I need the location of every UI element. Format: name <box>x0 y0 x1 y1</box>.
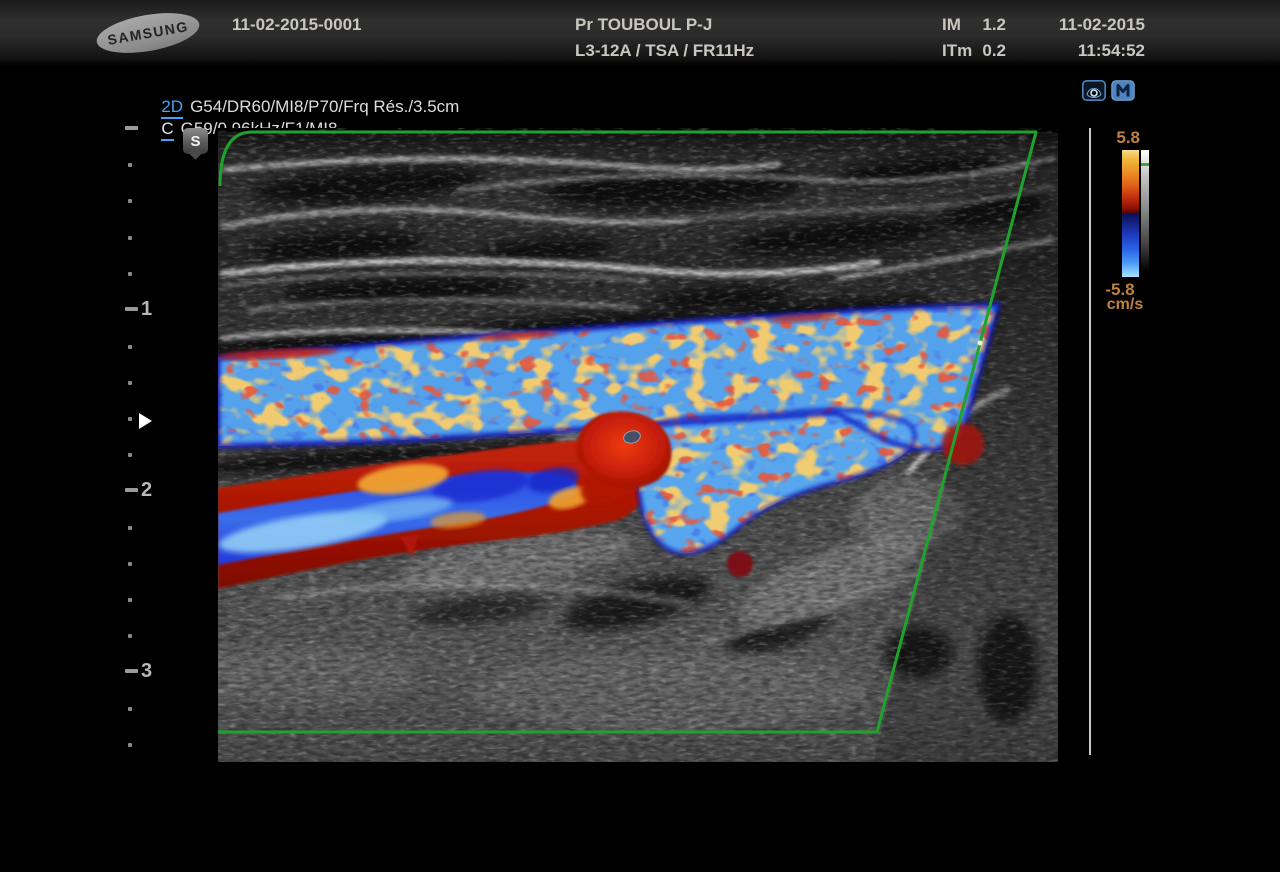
ruler-dot <box>128 163 132 167</box>
tim-value: 0.2 <box>982 41 1006 61</box>
ruler-dot <box>128 707 132 711</box>
mi-label: IM <box>942 15 961 35</box>
ruler-dot <box>128 417 132 421</box>
body-marker-icon[interactable] <box>1111 80 1135 101</box>
ruler-dot <box>128 634 132 638</box>
gray-gradient-bar <box>1141 150 1149 272</box>
patient-id: 11-02-2015-0001 <box>232 15 362 35</box>
ruler-dot <box>128 236 132 240</box>
thermal-index: ITm 0.2 <box>942 41 1006 61</box>
ruler-dash <box>125 669 138 673</box>
focus-indicator <box>139 413 152 429</box>
depth-label-3: 3 <box>141 660 161 682</box>
ruler-dot <box>128 381 132 385</box>
mode-color-label: C <box>161 119 173 141</box>
color-gradient-bar <box>1122 150 1139 277</box>
topbar: SAMSUNG 11-02-2015-0001 Pr TOUBOUL P-J L… <box>0 0 1280 66</box>
brand-text: SAMSUNG <box>106 18 190 48</box>
ruler-dot <box>128 598 132 602</box>
ruler-dot <box>128 743 132 747</box>
mode-parameters: 2DG54/DR60/MI8/P70/Frq Rés./3.5cm CG59/0… <box>133 77 459 121</box>
ruler-dot <box>128 345 132 349</box>
tim-label: ITm <box>942 41 972 61</box>
ruler-dot <box>128 453 132 457</box>
exam-date: 11-02-2015 <box>1038 15 1145 35</box>
ruler-dot <box>128 526 132 530</box>
ruler-dash <box>125 307 138 311</box>
ruler-dot <box>128 562 132 566</box>
doppler-small-blob <box>727 551 753 577</box>
probe-icon[interactable] <box>1082 80 1106 101</box>
gain-marker <box>1141 163 1149 166</box>
velocity-unit: cm/s <box>1102 296 1148 314</box>
orientation-marker: S <box>183 128 208 154</box>
mechanical-index: IM 1.2 <box>942 15 1006 35</box>
param-line-2d: 2DG54/DR60/MI8/P70/Frq Rés./3.5cm <box>133 77 459 99</box>
samsung-logo: SAMSUNG <box>94 6 203 60</box>
velocity-max: 5.8 <box>1100 128 1140 148</box>
ruler-dash <box>125 126 138 130</box>
ultrasound-screen: SAMSUNG 11-02-2015-0001 Pr TOUBOUL P-J L… <box>0 0 1280 872</box>
quick-icons <box>1082 80 1135 101</box>
exam-time: 11:54:52 <box>1038 41 1145 61</box>
mi-value: 1.2 <box>982 15 1006 35</box>
ruler-dot <box>128 272 132 276</box>
ruler-dash <box>125 488 138 492</box>
physician-name: Pr TOUBOUL P-J <box>575 15 712 35</box>
depth-scale-line <box>1089 128 1091 755</box>
ultrasound-image <box>218 128 1058 762</box>
depth-label-2: 2 <box>141 479 161 501</box>
param-2d-settings: G54/DR60/MI8/P70/Frq Rés./3.5cm <box>190 97 459 116</box>
mode-2d-label: 2D <box>161 97 183 119</box>
depth-label-1: 1 <box>141 298 161 320</box>
ruler-dot <box>128 199 132 203</box>
probe-exam-info: L3-12A / TSA / FR11Hz <box>575 41 754 61</box>
